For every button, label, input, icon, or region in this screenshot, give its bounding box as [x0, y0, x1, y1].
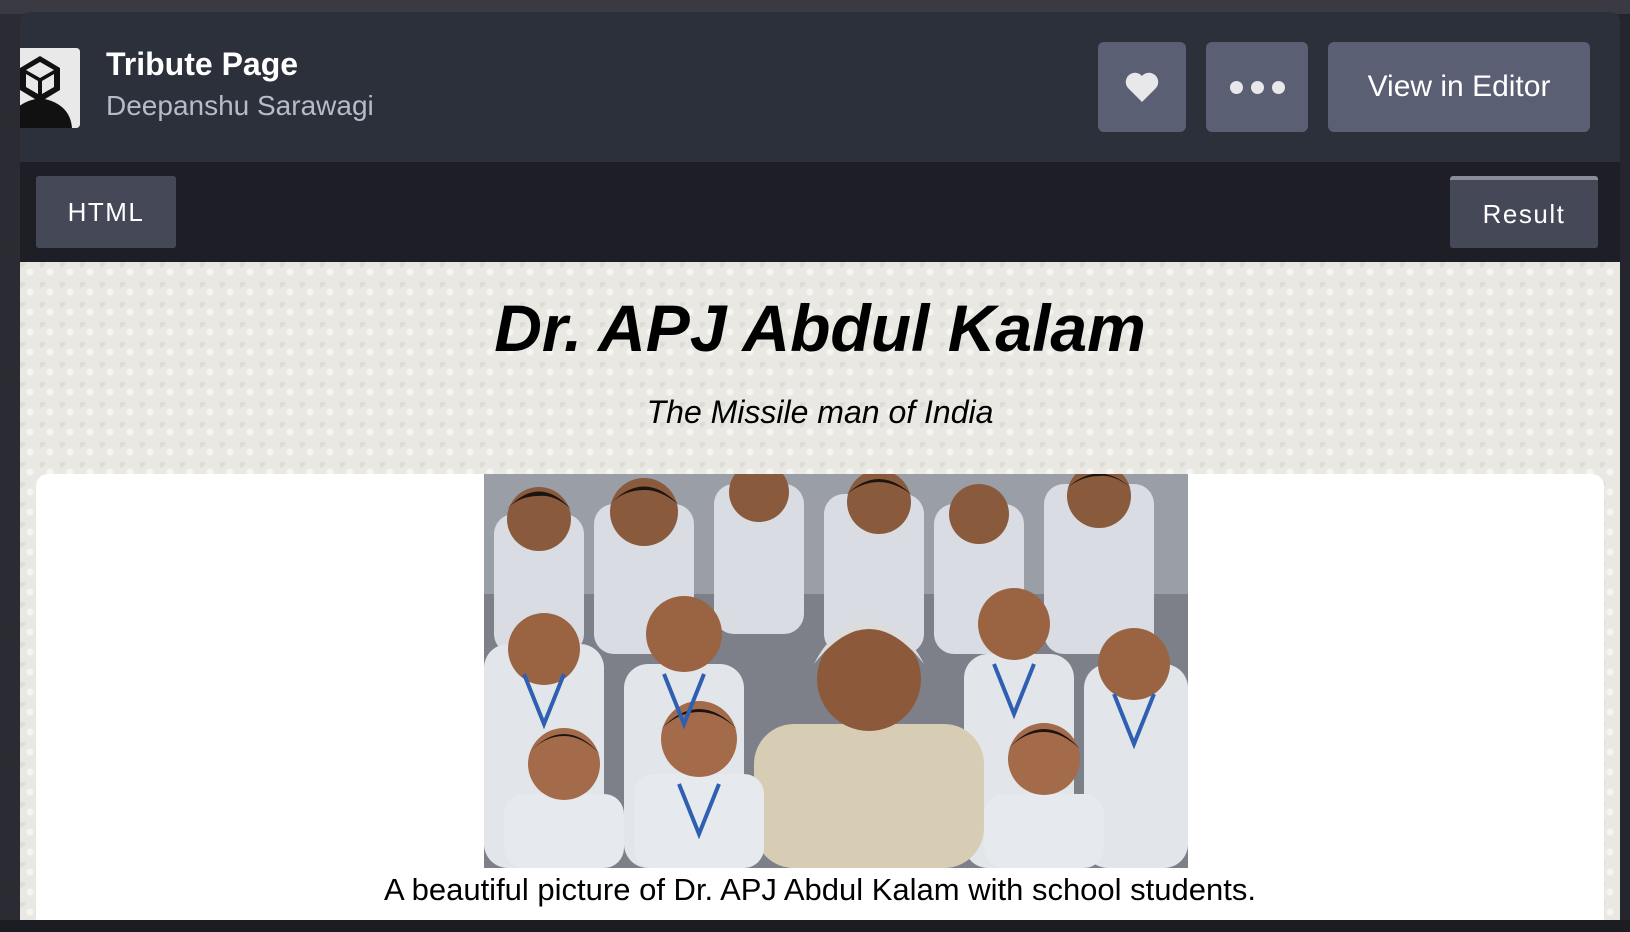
image-caption: A beautiful picture of Dr. APJ Abdul Kal…	[384, 872, 1256, 907]
pen-title[interactable]: Tribute Page	[106, 46, 298, 83]
tribute-subtitle: The Missile man of India	[646, 394, 994, 430]
tribute-photo	[484, 474, 1188, 868]
more-dots-icon	[1229, 80, 1285, 94]
embed-header: Tribute Page Deepanshu Sarawagi View in …	[20, 12, 1620, 162]
more-button[interactable]	[1206, 42, 1308, 132]
pen-author[interactable]: Deepanshu Sarawagi	[106, 90, 374, 122]
heart-icon	[1125, 72, 1159, 102]
avatar-logo-icon	[20, 48, 80, 128]
tribute-heading: Dr. APJ Abdul Kalam	[494, 291, 1146, 365]
codepen-embed: Tribute Page Deepanshu Sarawagi View in …	[20, 12, 1620, 932]
result-pane: Dr. APJ Abdul Kalam The Missile man of I…	[20, 262, 1620, 932]
image-card: A beautiful picture of Dr. APJ Abdul Kal…	[36, 474, 1604, 932]
tab-bar: HTML Result	[20, 162, 1620, 262]
tab-html[interactable]: HTML	[36, 176, 176, 248]
photo-kalam-with-students	[484, 474, 1188, 868]
love-button[interactable]	[1098, 42, 1186, 132]
view-in-editor-button[interactable]: View in Editor	[1328, 42, 1590, 132]
bottom-edge	[0, 920, 1630, 932]
tab-result[interactable]: Result	[1450, 176, 1598, 248]
user-avatar[interactable]	[20, 48, 80, 128]
